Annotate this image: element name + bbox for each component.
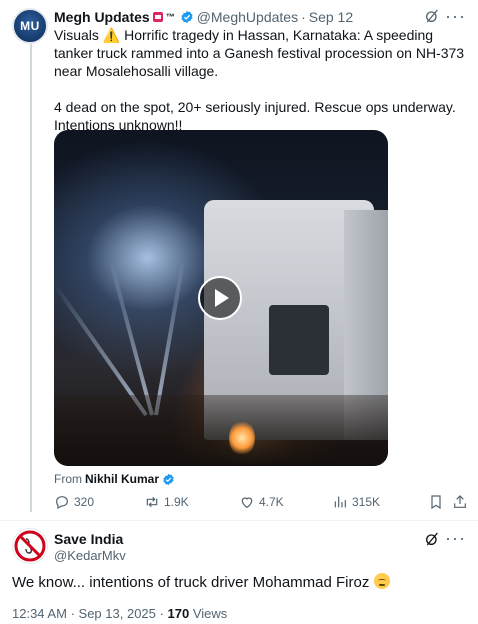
reply-icon <box>56 496 68 510</box>
fire-glow <box>229 420 255 456</box>
verified-badge-icon <box>181 10 193 24</box>
post-divider <box>0 520 478 521</box>
like-count: 4.7K <box>259 495 284 509</box>
dot-separator: · <box>159 606 164 621</box>
save-india-avatar[interactable] <box>12 528 48 564</box>
post-date[interactable]: Sep 12 <box>309 9 353 25</box>
tm-mark: ™ <box>165 12 175 22</box>
views-button[interactable]: 315K <box>332 494 380 510</box>
light-beam <box>154 257 186 416</box>
reply-text-content: We know... intentions of truck driver Mo… <box>12 574 370 591</box>
megh-updates-avatar[interactable]: MU <box>12 8 48 44</box>
attribution-name[interactable]: Nikhil Kumar <box>85 472 159 486</box>
action-bar: 320 1.9K 4.7K 315K <box>54 494 468 514</box>
post-date[interactable]: Sep 13, 2025 <box>79 606 156 621</box>
grok-icon[interactable] <box>424 531 440 547</box>
post-text-paragraph-1: Visuals ⚠️ Horrific tragedy in Hassan, K… <box>54 27 465 79</box>
views-count: 170 <box>167 606 190 621</box>
repost-button[interactable]: 1.9K <box>144 494 189 510</box>
post-time[interactable]: 12:34 AM <box>12 606 67 621</box>
truck-window <box>269 305 329 375</box>
reply-author-name[interactable]: Save India <box>54 531 123 547</box>
video-media[interactable] <box>54 130 388 466</box>
from-label: From <box>54 472 82 486</box>
more-options-icon[interactable]: ··· <box>445 6 466 27</box>
views-label: Views <box>192 606 228 621</box>
views-icon <box>334 496 346 508</box>
reply-text: We know... intentions of truck driver Mo… <box>12 573 390 593</box>
like-button[interactable]: 4.7K <box>239 494 284 510</box>
more-options-icon[interactable]: ··· <box>445 528 466 549</box>
thread-line <box>30 40 32 512</box>
repost-icon <box>146 496 158 508</box>
share-icon <box>454 495 466 508</box>
post-meta: 12:34 AM · Sep 13, 2025 · 170 Views <box>12 606 227 621</box>
quoted-post-header: Megh Updates ™ @MeghUpdates · Sep 12 <box>54 8 353 26</box>
play-icon[interactable] <box>198 276 242 320</box>
reply-button[interactable]: 320 <box>54 494 94 510</box>
dot-separator: · <box>301 9 306 25</box>
author-handle[interactable]: @MeghUpdates <box>197 9 298 25</box>
quoted-post[interactable]: MU Megh Updates ™ @MeghUpdates · Sep 12 … <box>0 0 478 520</box>
verified-badge-icon <box>163 473 174 485</box>
grok-icon[interactable] <box>424 8 440 24</box>
post-text-paragraph-2: 4 dead on the spot, 20+ seriously injure… <box>54 99 456 133</box>
flag-emoji-icon <box>152 12 163 22</box>
share-button[interactable] <box>452 494 468 510</box>
like-icon <box>241 497 253 509</box>
views-count: 315K <box>352 495 381 509</box>
dot-separator: · <box>70 606 75 621</box>
reply-author-handle[interactable]: @KedarMkv <box>54 548 126 563</box>
repost-count: 1.9K <box>164 495 189 509</box>
pensive-face-emoji-icon <box>373 573 390 589</box>
author-name[interactable]: Megh Updates <box>54 9 150 25</box>
prohibition-sign-icon <box>14 530 46 562</box>
crowd <box>54 395 388 466</box>
bookmark-button[interactable] <box>428 494 444 510</box>
reply-count: 320 <box>74 495 95 509</box>
avatar-initials: MU <box>20 19 40 33</box>
bookmark-icon <box>431 495 441 510</box>
video-attribution: From Nikhil Kumar <box>54 472 175 486</box>
